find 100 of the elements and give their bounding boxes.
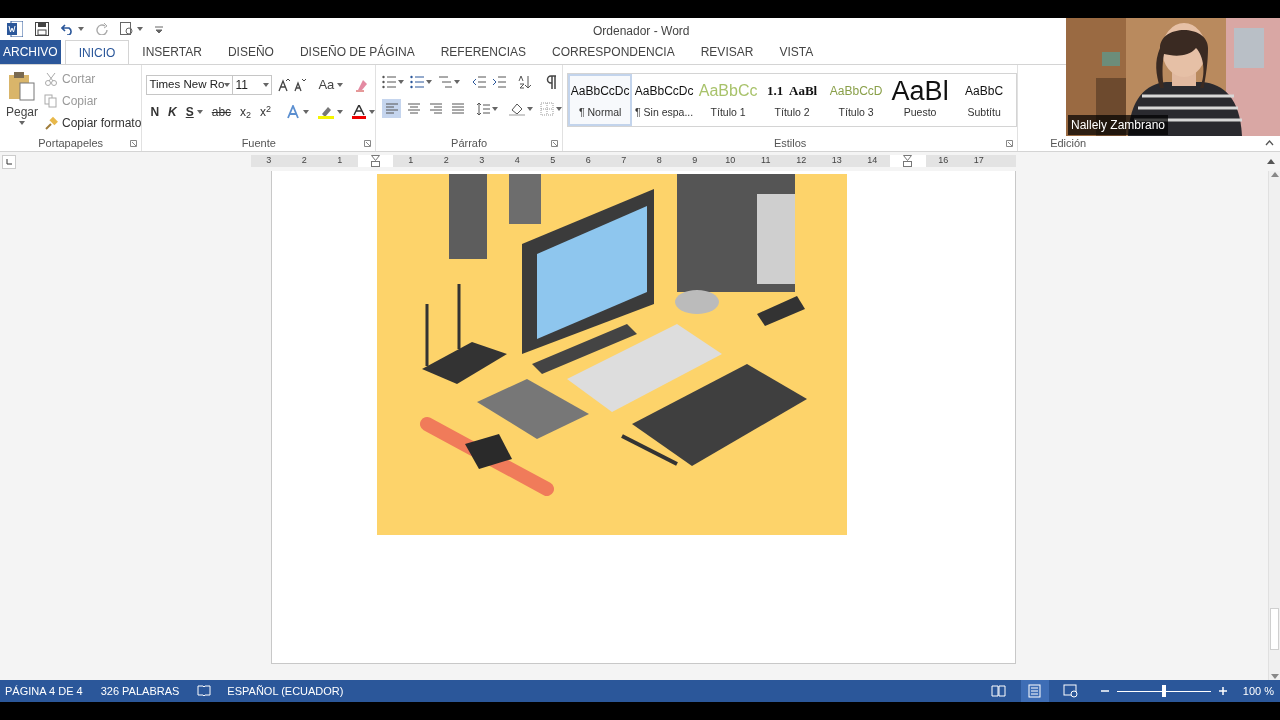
word-count[interactable]: 326 PALABRAS — [100, 682, 180, 700]
ruler-number: 6 — [585, 154, 591, 168]
format-button[interactable]: K — [168, 103, 177, 121]
clipboard-icon — [8, 71, 36, 101]
ribbon-tab[interactable]: REFERENCIAS — [427, 40, 539, 64]
font-name-field[interactable]: Times New Ro — [146, 75, 234, 95]
align-icon — [449, 101, 466, 116]
ribbon-tab[interactable]: CORRESPONDENCIA — [539, 40, 688, 64]
sort-icon[interactable] — [518, 75, 533, 89]
ribbon-tab[interactable]: INICIO — [64, 40, 130, 64]
dialog-launcher-icon[interactable] — [1006, 140, 1014, 147]
caret-icon[interactable] — [492, 106, 499, 111]
undo-icon[interactable] — [61, 23, 75, 35]
caret-icon[interactable] — [337, 83, 344, 87]
language-status[interactable]: ESPAÑOL (ECUADOR) — [227, 682, 344, 700]
shrink-font-icon[interactable] — [294, 78, 307, 92]
decrease-indent-icon[interactable] — [472, 75, 487, 89]
ruler-number: 16 — [938, 154, 949, 168]
caret-icon[interactable] — [426, 80, 433, 84]
copy-icon — [44, 93, 58, 108]
zoom-level[interactable]: 100 % — [1242, 682, 1274, 700]
horizontal-ruler[interactable]: 3 2 1 1 2 3 4 5 6 7 8 9 10 11 12 13 14 16 17 — [251, 155, 1016, 167]
paste-button[interactable]: Pegar — [2, 65, 42, 135]
style-gallery-item[interactable]: AaBbC Subtítu — [952, 74, 1017, 126]
scrollbar-thumb[interactable] — [1270, 608, 1279, 650]
print-preview-icon[interactable] — [120, 22, 134, 36]
ribbon-tab[interactable]: ARCHIVO — [0, 40, 61, 64]
caret-icon[interactable] — [398, 80, 405, 84]
caret-icon[interactable] — [527, 106, 534, 111]
save-icon[interactable] — [35, 22, 49, 36]
ruler-number: 12 — [796, 154, 807, 168]
caret-icon[interactable] — [303, 110, 310, 114]
proofing-icon[interactable] — [197, 685, 212, 697]
caret-icon[interactable] — [263, 83, 270, 87]
caret-icon[interactable] — [19, 121, 25, 125]
caret-icon[interactable] — [78, 27, 84, 31]
ribbon-tab[interactable]: DISEÑO DE PÁGINA — [286, 40, 428, 64]
collapse-ribbon-icon[interactable] — [1265, 140, 1274, 146]
indent-marker-icon[interactable] — [370, 155, 380, 167]
tab-selector-icon[interactable] — [2, 154, 16, 169]
ruler-number: 4 — [514, 154, 520, 168]
ruler-number: 2 — [301, 154, 307, 168]
increase-indent-icon[interactable] — [492, 75, 507, 89]
dialog-launcher-icon[interactable] — [364, 140, 372, 147]
align-icon — [405, 101, 422, 116]
style-gallery-item[interactable]: AaBbCc Título 1 — [696, 74, 761, 126]
zoom-in-icon[interactable] — [1218, 687, 1227, 695]
ribbon-tab[interactable]: INSERTAR — [129, 40, 215, 64]
page-count[interactable]: PÁGINA 4 DE 4 — [5, 682, 83, 700]
scissors-icon — [44, 71, 58, 86]
ruler-number: 3 — [479, 154, 485, 168]
indent-marker-icon[interactable] — [903, 155, 913, 167]
caret-icon[interactable] — [224, 83, 231, 87]
customize-toolbar-icon[interactable] — [155, 25, 163, 33]
ribbon-tab[interactable]: REVISAR — [687, 40, 767, 64]
pilcrow-icon[interactable] — [546, 75, 559, 89]
align-icon — [427, 101, 444, 116]
format-button[interactable]: S — [185, 103, 194, 121]
caret-icon[interactable] — [454, 80, 461, 84]
format-button[interactable]: x$_{2}$ — [240, 103, 252, 121]
ruler-number: 1 — [408, 154, 414, 168]
zoom-slider[interactable] — [1116, 685, 1211, 697]
shading-icon[interactable] — [509, 101, 526, 116]
group-label: Fuente — [241, 135, 276, 151]
caret-icon[interactable] — [196, 110, 203, 114]
caret-icon[interactable] — [137, 27, 143, 31]
style-gallery-item[interactable]: AaBbCcDc ¶ Sin espa... — [632, 74, 697, 126]
change-case-button[interactable]: Aa — [318, 75, 344, 95]
clipboard-action[interactable]: Copiar formato — [44, 113, 142, 132]
caret-icon[interactable] — [556, 106, 563, 111]
dialog-launcher-icon[interactable] — [551, 140, 559, 147]
alignment-button[interactable] — [382, 99, 402, 118]
text-effects-icon[interactable] — [286, 105, 301, 119]
font-size-field[interactable]: 11 — [232, 75, 273, 95]
caret-icon[interactable] — [337, 110, 344, 114]
ruler-number: 13 — [831, 154, 842, 168]
ribbon-tab[interactable]: VISTA — [766, 40, 827, 64]
style-gallery-item[interactable]: AaBbCcD Título 3 — [824, 74, 889, 126]
ribbon-tab[interactable]: DISEÑO — [214, 40, 287, 64]
format-button[interactable]: abc — [211, 103, 232, 121]
numbered-list-icon[interactable] — [410, 75, 425, 89]
view-button[interactable] — [1020, 680, 1049, 702]
line-spacing-icon[interactable] — [476, 101, 491, 116]
format-button[interactable]: N — [150, 103, 160, 121]
style-gallery-item[interactable]: 1.1 AaBl Título 2 — [760, 74, 825, 126]
format-button[interactable]: x$^{2}$ — [260, 103, 272, 121]
ruler-toggle-icon[interactable] — [1266, 157, 1276, 165]
multilevel-list-icon[interactable] — [438, 75, 453, 89]
style-gallery-item[interactable]: AaBl Puesto — [888, 74, 953, 126]
caret-icon[interactable] — [369, 110, 376, 114]
group-label: Párrafo — [451, 135, 488, 151]
bullet-list-icon[interactable] — [382, 75, 397, 89]
style-gallery-item[interactable]: AaBbCcDc ¶ Normal — [568, 74, 633, 126]
zoom-out-icon[interactable] — [1100, 687, 1109, 695]
highlighter-icon[interactable] — [318, 105, 335, 119]
grow-font-icon[interactable] — [278, 78, 291, 92]
dialog-launcher-icon[interactable] — [130, 140, 138, 147]
font-color-icon[interactable] — [352, 105, 367, 119]
ruler-number: 5 — [550, 154, 556, 168]
word-logo-icon[interactable] — [7, 21, 23, 37]
